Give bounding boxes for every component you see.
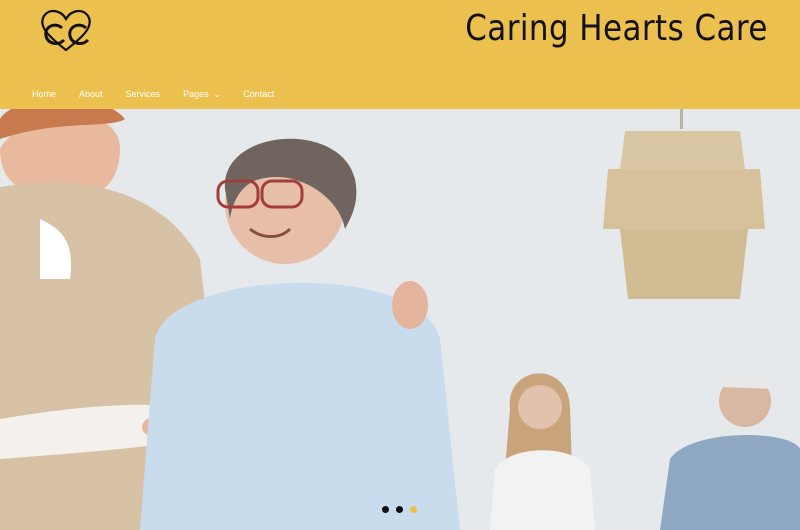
slider-pagination bbox=[382, 506, 417, 513]
nav-services-link[interactable]: Services bbox=[126, 87, 161, 101]
nav-item-label: Contact bbox=[243, 89, 275, 99]
nav-item-label: Home bbox=[32, 89, 57, 99]
nav-item-label: Services bbox=[125, 89, 161, 99]
nav-about-link[interactable]: About bbox=[79, 87, 103, 101]
slider-dot-3-active[interactable] bbox=[410, 506, 417, 513]
site-header: Caring Hearts Care Home About Services P… bbox=[0, 0, 800, 109]
slider-dot-1[interactable] bbox=[382, 506, 389, 513]
nav-pages-dropdown[interactable]: Pages ⌄ bbox=[183, 87, 220, 101]
chevron-down-icon: ⌄ bbox=[213, 89, 221, 99]
site-title: Caring Hearts Care bbox=[465, 8, 768, 49]
nav-contact-link[interactable]: Contact bbox=[243, 87, 274, 101]
nav-item-label: Pages bbox=[183, 89, 209, 99]
nav-home-link[interactable]: Home bbox=[32, 87, 56, 101]
slider-dot-2[interactable] bbox=[396, 506, 403, 513]
hero-photo-illustration bbox=[0, 109, 800, 530]
main-nav: Home About Services Pages ⌄ Contact bbox=[32, 87, 297, 101]
pendant-lamp-illustration bbox=[603, 109, 765, 299]
nav-item-label: About bbox=[79, 89, 103, 99]
hero-slider-image bbox=[0, 109, 800, 530]
logo-heart-icon[interactable] bbox=[34, 6, 98, 54]
